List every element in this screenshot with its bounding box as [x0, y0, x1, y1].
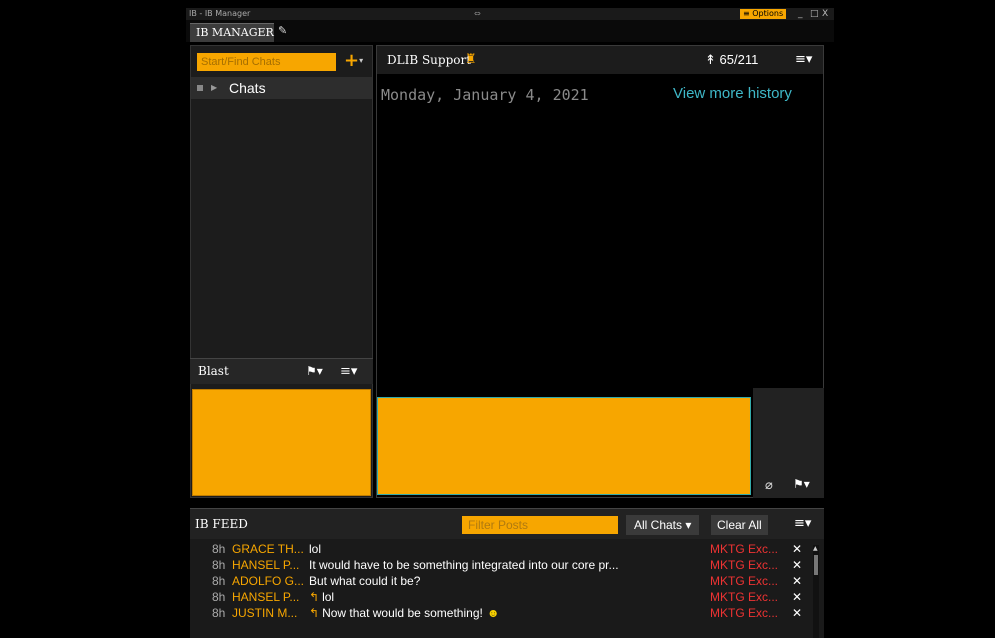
ib-manager-window: IB - IB Manager ⇔ ≡ Options _ □ X IB MAN… [186, 8, 834, 638]
chat-menu-icon[interactable]: ≡▾ [795, 46, 812, 74]
flag-menu-icon[interactable]: ⚑▾ [306, 359, 323, 384]
feed-message[interactable]: But what could it be? [309, 573, 420, 589]
clear-all-button[interactable]: Clear All [711, 515, 768, 535]
feed-age: 8h [212, 590, 226, 604]
feed-scrollbar[interactable]: ▲ [813, 545, 819, 638]
feed-group[interactable]: MKTG Exc... [710, 557, 778, 573]
chats-folder[interactable]: ▶ Chats [191, 77, 372, 99]
chat-title: DLIB Support [387, 53, 472, 67]
feed-message[interactable]: ↰ Now that would be something! ☻ [309, 605, 499, 621]
dismiss-icon[interactable]: ✕ [792, 541, 802, 557]
feed-message[interactable]: It would have to be something integrated… [309, 557, 619, 573]
blast-menu-icon[interactable]: ≡▾ [340, 359, 357, 384]
feed-rows: 8h GRACE TH... lol MKTG Exc... ✕ 8h HANS… [196, 541, 808, 621]
close-button[interactable]: X [822, 8, 828, 20]
feed-message[interactable]: ↰ lol [309, 589, 334, 605]
view-more-history-link[interactable]: View more history [673, 85, 792, 102]
blast-bar: Blast ⚑▾ ≡▾ [190, 358, 373, 384]
feed-group[interactable]: MKTG Exc... [710, 589, 778, 605]
blast-compose-area[interactable] [192, 389, 371, 496]
feed-group[interactable]: MKTG Exc... [710, 573, 778, 589]
maximize-button[interactable]: □ [810, 8, 819, 20]
feed-age: 8h [212, 574, 226, 588]
plus-icon: + [344, 50, 360, 71]
broom-icon[interactable]: ✎ [278, 24, 287, 37]
feed-title: IB FEED [195, 517, 248, 531]
feed-row[interactable]: 8h HANSEL P... ↰ lol MKTG Exc... ✕ [196, 589, 808, 605]
chevron-down-icon: ▾ [359, 56, 364, 65]
feed-message-text: lol [322, 590, 335, 604]
message-compose-field[interactable] [377, 397, 751, 495]
feed-age: 8h [212, 606, 226, 620]
dismiss-icon[interactable]: ✕ [792, 557, 802, 573]
feed-author[interactable]: JUSTIN M... [232, 605, 297, 621]
money-bag-icon: ♜ [465, 52, 477, 67]
member-count-value: 65/211 [719, 52, 759, 67]
dismiss-icon[interactable]: ✕ [792, 589, 802, 605]
feed-message-text: But what could it be? [309, 574, 421, 588]
window-title: IB - IB Manager [189, 9, 251, 18]
minimize-button[interactable]: _ [798, 8, 803, 20]
chats-label: Chats [229, 80, 266, 96]
compose-actions: ⌀ ⚑▾ [753, 388, 824, 498]
member-count[interactable]: ↟ 65/211 [705, 46, 758, 74]
feed-age: 8h [212, 542, 226, 556]
tab-ib-manager[interactable]: IB MANAGER [190, 23, 274, 42]
options-button[interactable]: ≡ Options [740, 9, 787, 19]
feed-author[interactable]: ADOLFO G... [232, 573, 304, 589]
dismiss-icon[interactable]: ✕ [792, 605, 802, 621]
feed-menu-icon[interactable]: ≡▾ [794, 516, 811, 531]
feed-row[interactable]: 8h ADOLFO G... But what could it be? MKT… [196, 573, 808, 589]
feed-row[interactable]: 8h HANSEL P... It would have to be somet… [196, 557, 808, 573]
feed-author[interactable]: GRACE TH... [232, 541, 304, 557]
start-find-chats-input[interactable] [197, 53, 336, 71]
all-chats-label: All Chats [634, 518, 683, 532]
chat-date: Monday, January 4, 2021 [381, 86, 589, 104]
options-label: Options [752, 9, 784, 18]
blast-label: Blast [198, 364, 229, 378]
send-flag-icon[interactable]: ⚑▾ [793, 477, 810, 491]
reply-icon: ↰ [309, 606, 320, 620]
new-chat-button[interactable]: +▾ [344, 51, 363, 71]
expand-arrow-icon[interactable]: ▶ [211, 77, 217, 99]
feed-message-text: lol [309, 542, 322, 556]
feed-group[interactable]: MKTG Exc... [710, 541, 778, 557]
checkbox-icon[interactable] [197, 85, 203, 91]
feed-author[interactable]: HANSEL P... [232, 589, 299, 605]
title-bar: IB - IB Manager ⇔ ≡ Options _ □ X [186, 8, 834, 20]
feed-header: IB FEED All Chats ▾ Clear All ≡▾ [190, 509, 824, 539]
dismiss-icon[interactable]: ✕ [792, 573, 802, 589]
feed-message-text: It would have to be something integrated… [309, 558, 619, 572]
feed-author[interactable]: HANSEL P... [232, 557, 299, 573]
feed-group[interactable]: MKTG Exc... [710, 605, 778, 621]
chat-header: DLIB Support ♜ ↟ 65/211 ≡▾ [377, 46, 823, 74]
scroll-up-icon[interactable]: ▲ [813, 545, 818, 552]
tab-bar: IB MANAGER ✎ [186, 20, 834, 42]
window-link-icon[interactable]: ⇔ [474, 8, 481, 20]
filter-posts-input[interactable] [462, 516, 618, 534]
reply-icon: ↰ [309, 590, 320, 604]
feed-row[interactable]: 8h GRACE TH... lol MKTG Exc... ✕ [196, 541, 808, 557]
feed-message-text: Now that would be something! [322, 606, 483, 620]
feed-row[interactable]: 8h JUSTIN M... ↰ Now that would be someth… [196, 605, 808, 621]
all-chats-dropdown[interactable]: All Chats ▾ [626, 515, 700, 535]
scroll-thumb[interactable] [814, 555, 818, 575]
attachment-icon[interactable]: ⌀ [765, 478, 773, 493]
smiley-icon: ☻ [486, 606, 500, 620]
feed-message[interactable]: lol [309, 541, 321, 557]
feed-age: 8h [212, 558, 226, 572]
ib-feed-panel: IB FEED All Chats ▾ Clear All ≡▾ 8h GRAC… [190, 508, 824, 638]
